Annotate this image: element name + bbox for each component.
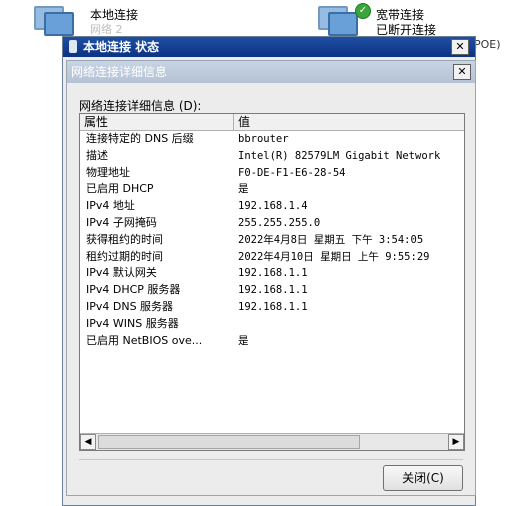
row-value: 2022年4月10日 星期日 上午 9:55:29: [238, 250, 430, 263]
table-row[interactable]: 物理地址 F0-DE-F1-E6-28-54: [80, 165, 464, 182]
table-row[interactable]: IPv4 DHCP 服务器 192.168.1.1: [80, 282, 464, 299]
network-connections-strip: 本地连接 网络 2 ✓ 宽带连接 已断开连接: [0, 0, 508, 40]
row-property: IPv4 DHCP 服务器: [86, 283, 181, 297]
table-row[interactable]: 连接特定的 DNS 后缀 bbrouter: [80, 131, 464, 148]
row-value: 192.168.1.4: [238, 200, 308, 213]
details-dialog-title: 网络连接详细信息: [71, 65, 168, 79]
row-property: IPv4 地址: [86, 199, 135, 213]
row-value: 192.168.1.1: [238, 284, 308, 297]
row-value: Intel(R) 82579LM Gigabit Network: [238, 149, 441, 162]
row-value: 192.168.1.1: [238, 300, 308, 313]
row-property: 连接特定的 DNS 后缀: [86, 132, 194, 145]
table-row[interactable]: IPv4 子网掩码 255.255.255.0: [80, 215, 464, 232]
local-connection-icon[interactable]: [34, 4, 74, 36]
row-value: F0-DE-F1-E6-28-54: [238, 166, 346, 179]
details-dialog-close-button[interactable]: ✕: [453, 64, 471, 80]
row-value: bbrouter: [238, 133, 289, 145]
table-row[interactable]: 已启用 DHCP 是: [80, 181, 464, 198]
row-property: 获得租约的时间: [86, 232, 163, 246]
row-property: IPv4 WINS 服务器: [86, 316, 179, 330]
row-property: IPv4 DNS 服务器: [86, 299, 174, 313]
close-button[interactable]: 关闭(C): [383, 465, 463, 491]
details-group-label: 网络连接详细信息 (D):: [79, 99, 202, 113]
row-value: 是: [238, 334, 249, 347]
scroll-right-button[interactable]: ▶: [448, 434, 464, 450]
connected-check-icon: ✓: [355, 3, 371, 19]
table-row[interactable]: 租约过期的时间 2022年4月10日 星期日 上午 9:55:29: [80, 249, 464, 266]
table-row[interactable]: IPv4 地址 192.168.1.4: [80, 198, 464, 215]
dialog-divider: [79, 459, 463, 460]
row-value: 2022年4月8日 星期五 下午 3:54:05: [238, 233, 424, 246]
broadband-connection-icon[interactable]: [318, 4, 358, 36]
scroll-thumb[interactable]: [98, 435, 360, 449]
row-property: 描述: [86, 148, 108, 162]
details-listview[interactable]: 属性 值 连接特定的 DNS 后缀 bbrouter 描述 Intel(R) 8257…: [79, 113, 465, 451]
column-header-property[interactable]: 属性: [80, 114, 234, 130]
row-property: IPv4 默认网关: [86, 266, 157, 280]
listview-rows: 连接特定的 DNS 后缀 bbrouter 描述 Intel(R) 82579LM G…: [80, 131, 464, 349]
row-value: 255.255.255.0: [238, 216, 321, 229]
column-header-value[interactable]: 值: [234, 114, 464, 130]
row-property: 租约过期的时间: [86, 249, 163, 263]
table-row[interactable]: 描述 Intel(R) 82579LM Gigabit Network: [80, 148, 464, 165]
table-row[interactable]: IPv4 DNS 服务器 192.168.1.1: [80, 299, 464, 316]
details-dialog-titlebar[interactable]: 网络连接详细信息: [67, 61, 475, 83]
horizontal-scrollbar[interactable]: ◀ ▶: [80, 433, 464, 450]
row-property: 已启用 NetBIOS ove...: [86, 333, 203, 347]
row-property: IPv4 子网掩码: [86, 215, 157, 229]
status-dialog-title: 本地连接 状态: [83, 40, 160, 54]
row-value: 是: [238, 183, 249, 196]
status-dialog-close-button[interactable]: ✕: [451, 39, 469, 55]
row-property: 已启用 DHCP: [86, 182, 154, 196]
listview-header: 属性 值: [80, 114, 464, 131]
table-row[interactable]: 获得租约的时间 2022年4月8日 星期五 下午 3:54:05: [80, 232, 464, 249]
status-dialog-titlebar[interactable]: 本地连接 状态: [63, 37, 475, 57]
network-details-dialog: 网络连接详细信息 ✕ 网络连接详细信息 (D): 属性 值 连接特定的 DNS …: [66, 60, 476, 496]
row-property: 物理地址: [86, 165, 130, 179]
row-value: 192.168.1.1: [238, 267, 308, 280]
scroll-left-button[interactable]: ◀: [80, 434, 96, 450]
table-row[interactable]: IPv4 WINS 服务器: [80, 316, 464, 333]
network-adapter-icon: [69, 40, 77, 53]
local-connection-subtitle: 网络 2: [90, 23, 123, 36]
table-row[interactable]: IPv4 默认网关 192.168.1.1: [80, 265, 464, 282]
background-trailing-text: POE): [474, 38, 501, 51]
table-row[interactable]: 已启用 NetBIOS ove... 是: [80, 333, 464, 350]
